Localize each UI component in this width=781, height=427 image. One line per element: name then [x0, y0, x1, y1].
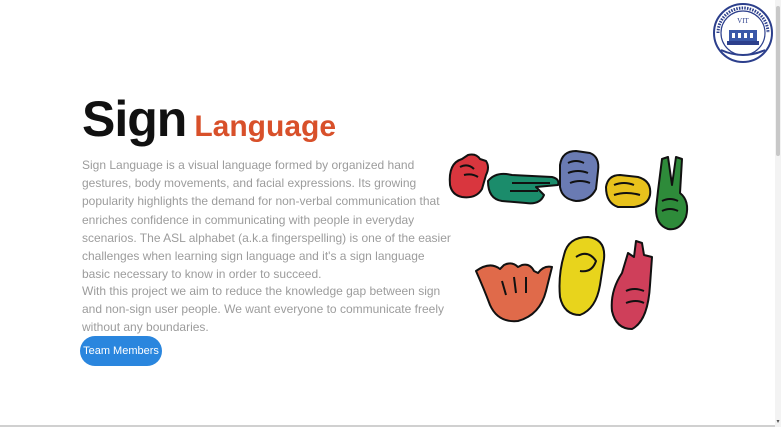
logo-text: VIT — [737, 17, 749, 25]
vertical-scrollbar[interactable]: ▾ — [775, 0, 781, 427]
hand-orange-icon — [475, 262, 553, 323]
page-title: Sign Language — [82, 90, 336, 148]
scroll-down-arrow-icon[interactable]: ▾ — [775, 419, 781, 425]
hand-pink-icon — [610, 240, 653, 330]
title-language: Language — [194, 110, 337, 143]
hand-teal-icon — [487, 172, 560, 205]
hand-yellow2-icon — [558, 236, 606, 316]
title-sign: Sign — [82, 91, 187, 147]
hand-red-icon — [448, 153, 489, 199]
asl-hands-illustration — [440, 145, 710, 340]
scrollbar-thumb[interactable] — [776, 6, 780, 156]
intro-paragraph: Sign Language is a visual language forme… — [82, 158, 451, 282]
hand-green-icon — [655, 156, 689, 231]
institute-logo[interactable]: VIT — [712, 2, 774, 64]
hand-purple-icon — [559, 150, 600, 202]
hand-yellow-icon — [605, 174, 652, 208]
team-members-button[interactable]: Team Members — [80, 336, 162, 366]
mission-paragraph: With this project we aim to reduce the k… — [82, 284, 444, 335]
